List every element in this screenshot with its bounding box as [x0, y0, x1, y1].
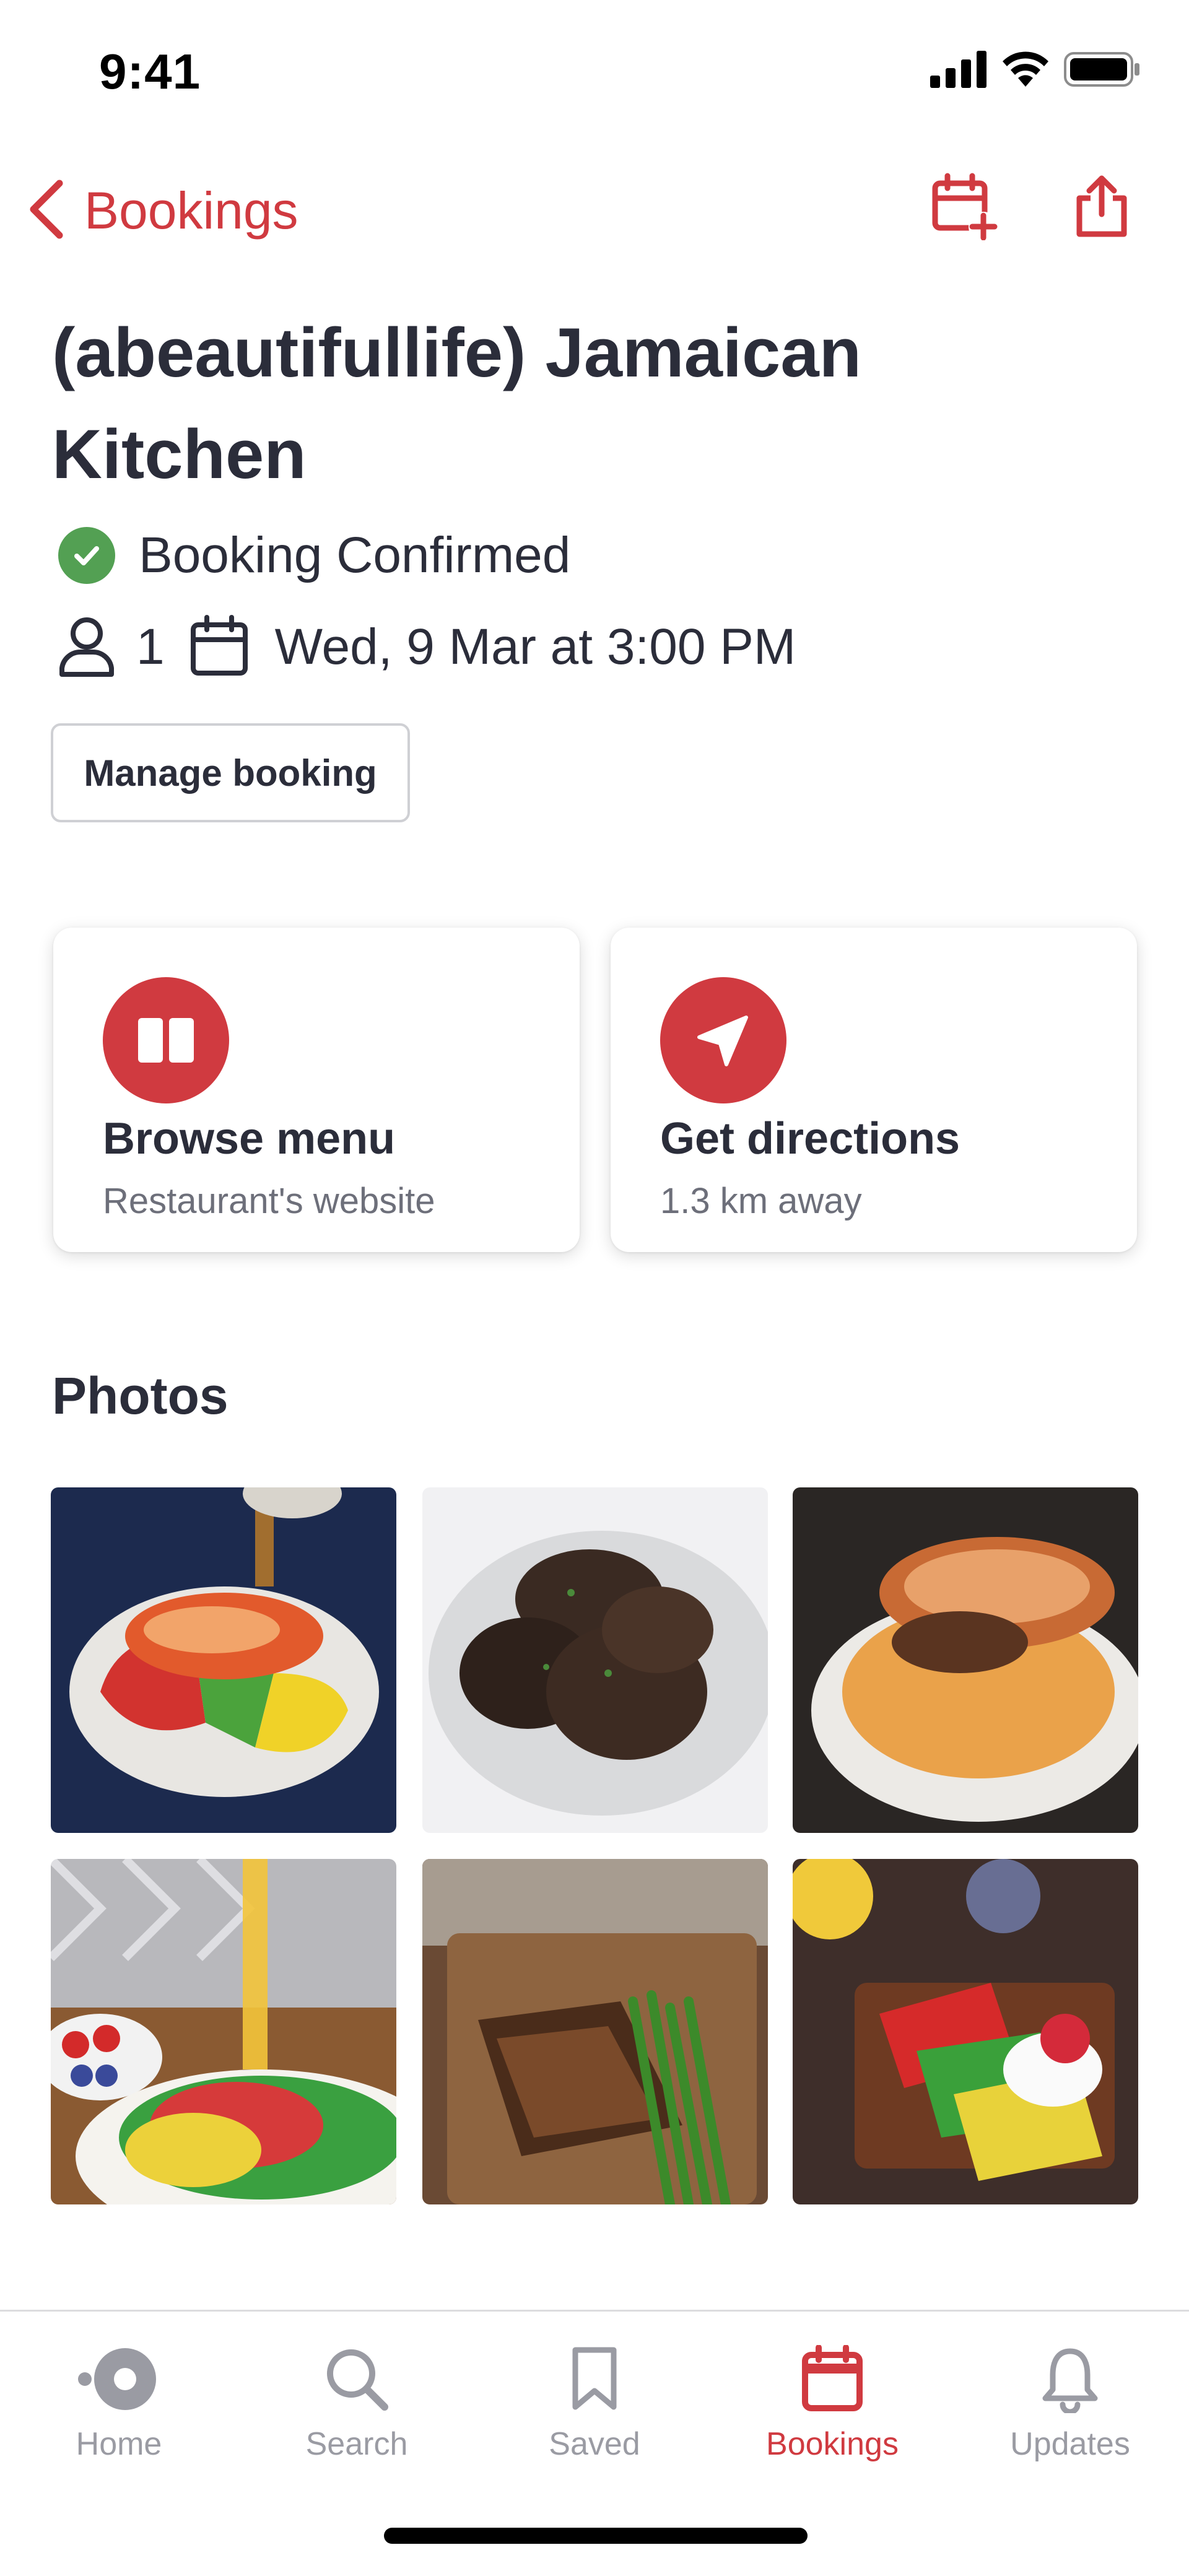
browse-menu-card[interactable]: Browse menu Restaurant's website: [53, 928, 580, 1252]
browse-menu-subtitle: Restaurant's website: [103, 1181, 435, 1221]
home-indicator: [384, 2528, 808, 2544]
tab-label-updates: Updates: [1010, 2426, 1130, 2462]
tab-saved[interactable]: Saved: [476, 2312, 713, 2497]
cellular-signal-icon: [930, 51, 987, 91]
add-to-calendar-icon: [930, 172, 998, 243]
photo-rainbow-waffles-with-cream[interactable]: [793, 1859, 1138, 2204]
status-time: 9:41: [99, 44, 201, 99]
tab-updates[interactable]: Updates: [951, 2312, 1189, 2497]
photo-blackened-fish-with-green-beans[interactable]: [422, 1859, 768, 2204]
battery-icon: [1064, 51, 1141, 91]
back-to-bookings-button[interactable]: Bookings: [25, 178, 298, 243]
manage-booking-button[interactable]: Manage booking: [51, 723, 410, 822]
home-dots-icon: [0, 2345, 238, 2413]
tab-label-home: Home: [76, 2426, 162, 2462]
booking-meta: 1 Wed, 9 Mar at 3:00 PM: [58, 613, 796, 681]
tab-bookings[interactable]: Bookings: [713, 2312, 951, 2497]
get-directions-title: Get directions: [660, 1114, 960, 1164]
search-icon: [238, 2345, 476, 2413]
tab-label-search: Search: [305, 2426, 408, 2462]
tab-label-bookings: Bookings: [766, 2426, 899, 2462]
restaurant-title: (abeautifullife) Jamaican Kitchen: [52, 314, 862, 493]
booking-status-text: Booking Confirmed: [139, 527, 571, 583]
tab-label-saved: Saved: [549, 2426, 640, 2462]
share-icon: [1071, 172, 1133, 243]
nav-actions: [930, 173, 1136, 242]
chevron-left-icon: [25, 178, 68, 243]
share-button[interactable]: [1068, 173, 1136, 242]
status-icons: [930, 51, 1141, 91]
navigation-arrow-icon: [660, 977, 786, 1103]
bookmark-icon: [476, 2345, 713, 2413]
add-to-calendar-button[interactable]: [930, 173, 998, 242]
photos-heading: Photos: [52, 1367, 229, 1425]
photo-lobster-tail-on-waffles[interactable]: [51, 1487, 396, 1833]
book-icon: [103, 977, 229, 1103]
person-icon: [58, 615, 115, 680]
bell-icon: [951, 2345, 1189, 2413]
party-size: 1: [136, 619, 165, 675]
tab-search[interactable]: Search: [238, 2312, 476, 2497]
booking-datetime: Wed, 9 Mar at 3:00 PM: [274, 619, 796, 675]
get-directions-card[interactable]: Get directions 1.3 km away: [611, 928, 1137, 1252]
check-circle-icon: [58, 527, 115, 584]
photo-lobster-with-mac-and-cheese[interactable]: [793, 1487, 1138, 1833]
get-directions-subtitle: 1.3 km away: [660, 1181, 862, 1221]
wifi-icon: [1001, 51, 1050, 91]
status-bar: 9:41: [0, 0, 1189, 146]
calendar-icon: [189, 614, 249, 680]
booking-status: Booking Confirmed: [58, 526, 570, 585]
back-label: Bookings: [84, 181, 298, 240]
tab-home[interactable]: Home: [0, 2312, 238, 2497]
photo-jerk-chicken[interactable]: [422, 1487, 768, 1833]
browse-menu-title: Browse menu: [103, 1114, 396, 1164]
calendar-icon: [713, 2345, 951, 2413]
photo-rainbow-waffles-with-fruit[interactable]: [51, 1859, 396, 2204]
